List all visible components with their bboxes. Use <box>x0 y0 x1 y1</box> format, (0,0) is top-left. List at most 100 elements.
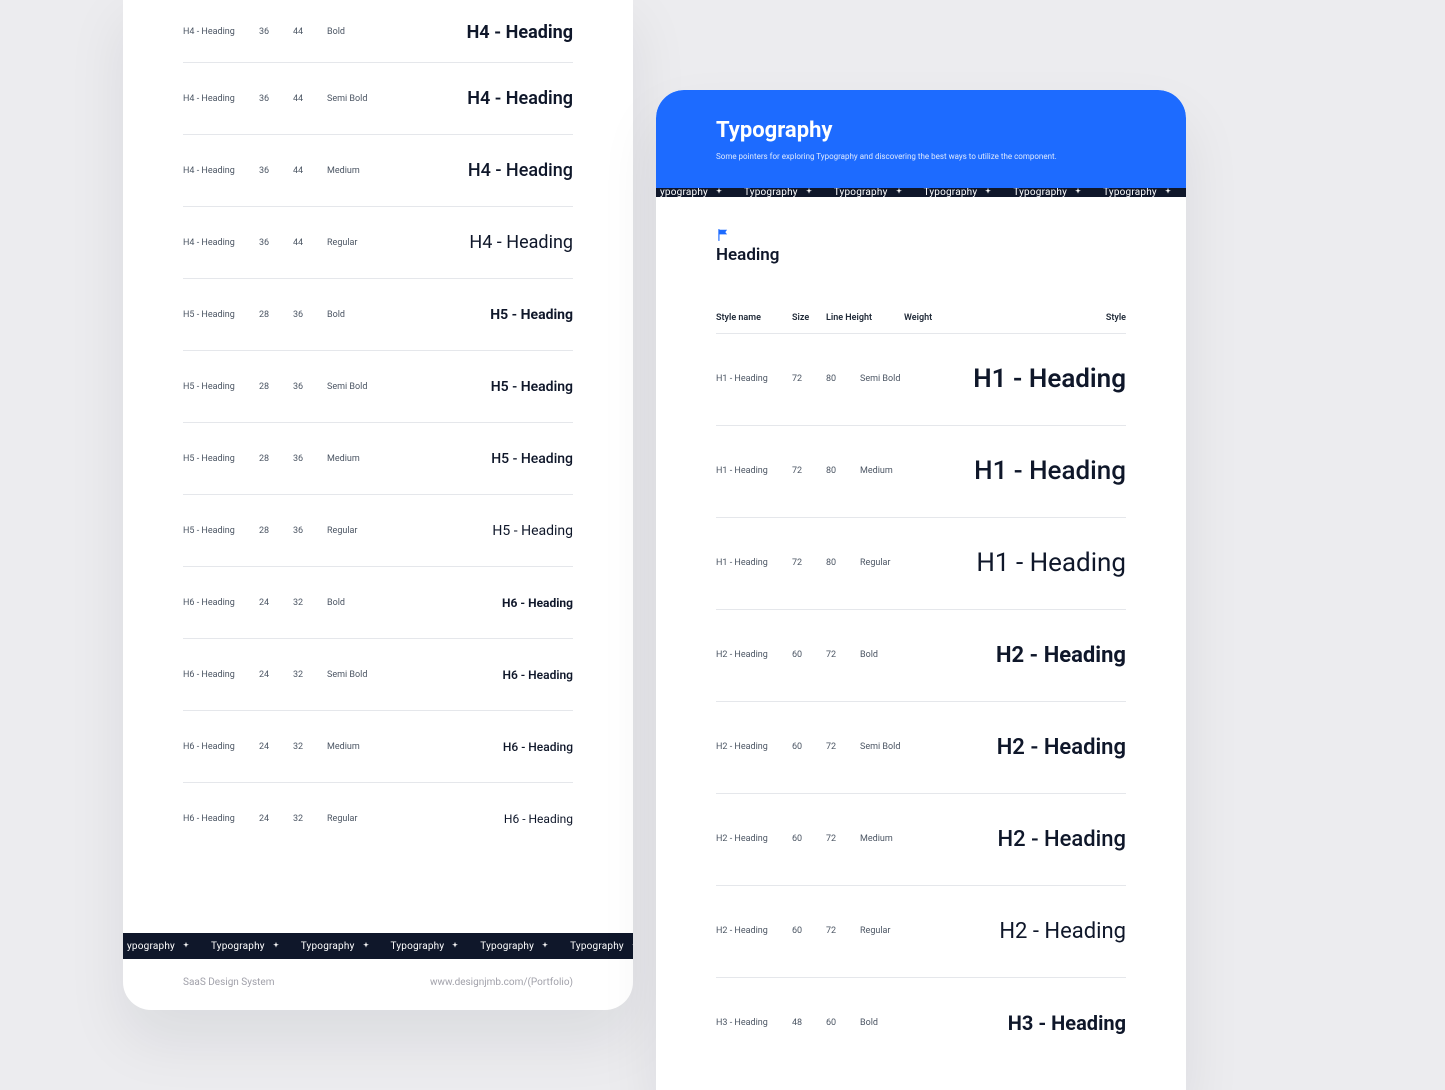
sample-text: H4 - Heading <box>468 160 573 181</box>
row-meta: H1 - Heading7280Semi Bold <box>716 374 914 384</box>
cell-line-height: 32 <box>293 742 309 752</box>
table-row: H6 - Heading2432Regular H6 - Heading <box>183 782 573 854</box>
cell-style-name: H6 - Heading <box>183 598 241 608</box>
section-title: Heading <box>716 245 1126 265</box>
row-meta: H5 - Heading 28 36 Medium <box>183 454 381 464</box>
cell-line-height: 44 <box>293 94 309 104</box>
marquee-item: Typography <box>381 941 471 952</box>
cell-line-height: 36 <box>293 454 309 464</box>
cell-style-name: H2 - Heading <box>716 834 774 844</box>
cell-line-height: 44 <box>293 238 309 248</box>
sparkle-icon <box>804 188 814 197</box>
cell-weight: Medium <box>327 166 381 176</box>
cell-weight: Medium <box>860 466 914 476</box>
cell-weight: Regular <box>327 814 381 824</box>
cell-style-name: H1 - Heading <box>716 466 774 476</box>
cell-style-name: H5 - Heading <box>183 382 241 392</box>
row-meta: H2 - Heading6072Bold <box>716 650 914 660</box>
cell-size: 36 <box>259 166 275 176</box>
row-meta: H2 - Heading6072Regular <box>716 926 914 936</box>
table-row: H6 - Heading2432BoldH6 - Heading <box>183 566 573 638</box>
table-row: H2 - Heading6072MediumH2 - Heading <box>716 793 1126 885</box>
marquee-text: Typography <box>480 941 534 952</box>
cell-weight: Medium <box>860 834 914 844</box>
cell-weight: Bold <box>327 310 381 320</box>
table-row: H5 - Heading 28 36 Medium H5 - Heading <box>183 422 573 494</box>
marquee-item: Typography <box>470 941 560 952</box>
cell-size: 72 <box>792 374 808 384</box>
cell-style-name: H4 - Heading <box>183 166 241 176</box>
sample-text: H2 - Heading <box>998 827 1127 852</box>
sample-text: H6 - Heading <box>504 812 573 826</box>
cell-size: 36 <box>259 94 275 104</box>
cell-line-height: 72 <box>826 926 842 936</box>
marquee-item: Typography <box>201 941 291 952</box>
row-meta: H5 - Heading2836Bold <box>183 310 381 320</box>
cell-weight: Semi Bold <box>327 94 381 104</box>
sparkle-icon <box>540 941 550 951</box>
row-meta: H4 - Heading 36 44 Regular <box>183 238 381 248</box>
sample-text: H4 - Heading <box>467 88 573 109</box>
row-meta: H5 - Heading2836Regular <box>183 526 381 536</box>
cell-style-name: H2 - Heading <box>716 650 774 660</box>
footer-portfolio-link[interactable]: www.designjmb.com/(Portfolio) <box>430 977 573 988</box>
row-meta: H6 - Heading2432Bold <box>183 598 381 608</box>
sample-text: H2 - Heading <box>999 919 1126 944</box>
table-row: H6 - Heading2432Semi BoldH6 - Heading <box>183 638 573 710</box>
cell-size: 28 <box>259 454 275 464</box>
cell-line-height: 80 <box>826 558 842 568</box>
marquee-text: Typography <box>1013 188 1067 197</box>
sparkle-icon <box>630 941 633 951</box>
cell-weight: Medium <box>327 454 381 464</box>
cell-size: 60 <box>792 650 808 660</box>
cell-style-name: H3 - Heading <box>716 1018 774 1028</box>
table-row: H1 - Heading7280MediumH1 - Heading <box>716 425 1126 517</box>
sparkle-icon <box>361 941 371 951</box>
cell-size: 36 <box>259 238 275 248</box>
cell-line-height: 36 <box>293 310 309 320</box>
marquee-item: ypography <box>127 941 201 952</box>
cell-style-name: H4 - Heading <box>183 238 241 248</box>
row-meta: H2 - Heading6072Medium <box>716 834 914 844</box>
sample-text: H6 - Heading <box>502 668 573 682</box>
row-meta: H6 - Heading2432Medium <box>183 742 381 752</box>
row-meta: H4 - Heading3644Semi Bold <box>183 94 381 104</box>
table-row: H5 - Heading2836BoldH5 - Heading <box>183 278 573 350</box>
col-line-height: Line Height <box>826 313 886 323</box>
cell-size: 24 <box>259 598 275 608</box>
sparkle-icon <box>450 941 460 951</box>
cell-weight: Semi Bold <box>860 374 914 384</box>
col-style: Style <box>1106 313 1126 323</box>
cell-weight: Regular <box>327 238 381 248</box>
hero-subtitle: Some pointers for exploring Typography a… <box>716 151 1126 162</box>
sample-text: H4 - Heading <box>467 22 573 43</box>
hero-title: Typography <box>716 118 1126 143</box>
sample-text: H2 - Heading <box>997 735 1126 760</box>
cell-line-height: 36 <box>293 526 309 536</box>
hero: Typography Some pointers for exploring T… <box>656 90 1186 188</box>
marquee-text: Typography <box>391 941 445 952</box>
marquee-item: Typography <box>1093 188 1183 197</box>
sample-text: H2 - Heading <box>996 643 1126 668</box>
marquee-text: Typography <box>570 941 624 952</box>
cell-size: 36 <box>259 27 275 37</box>
row-meta: H4 - Heading3644Bold <box>183 27 381 37</box>
cell-style-name: H5 - Heading <box>183 454 241 464</box>
sample-text: H5 - Heading <box>491 379 573 395</box>
cell-line-height: 72 <box>826 834 842 844</box>
col-style-name: Style name <box>716 313 774 323</box>
sample-text: H5 - Heading <box>491 451 573 467</box>
row-meta: H6 - Heading2432Regular <box>183 814 381 824</box>
sample-text: H1 - Heading <box>974 456 1126 486</box>
marquee-text: Typography <box>834 188 888 197</box>
cell-line-height: 72 <box>826 650 842 660</box>
marquee-item: Typography <box>734 188 824 197</box>
marquee-text: Typography <box>924 188 978 197</box>
cell-style-name: H2 - Heading <box>716 926 774 936</box>
sparkle-icon <box>181 941 191 951</box>
marquee-text: Typography <box>744 188 798 197</box>
sample-text: H4 - Heading <box>469 232 573 253</box>
cell-size: 28 <box>259 382 275 392</box>
table-row: H2 - Heading6072Semi BoldH2 - Heading <box>716 701 1126 793</box>
cell-line-height: 32 <box>293 670 309 680</box>
